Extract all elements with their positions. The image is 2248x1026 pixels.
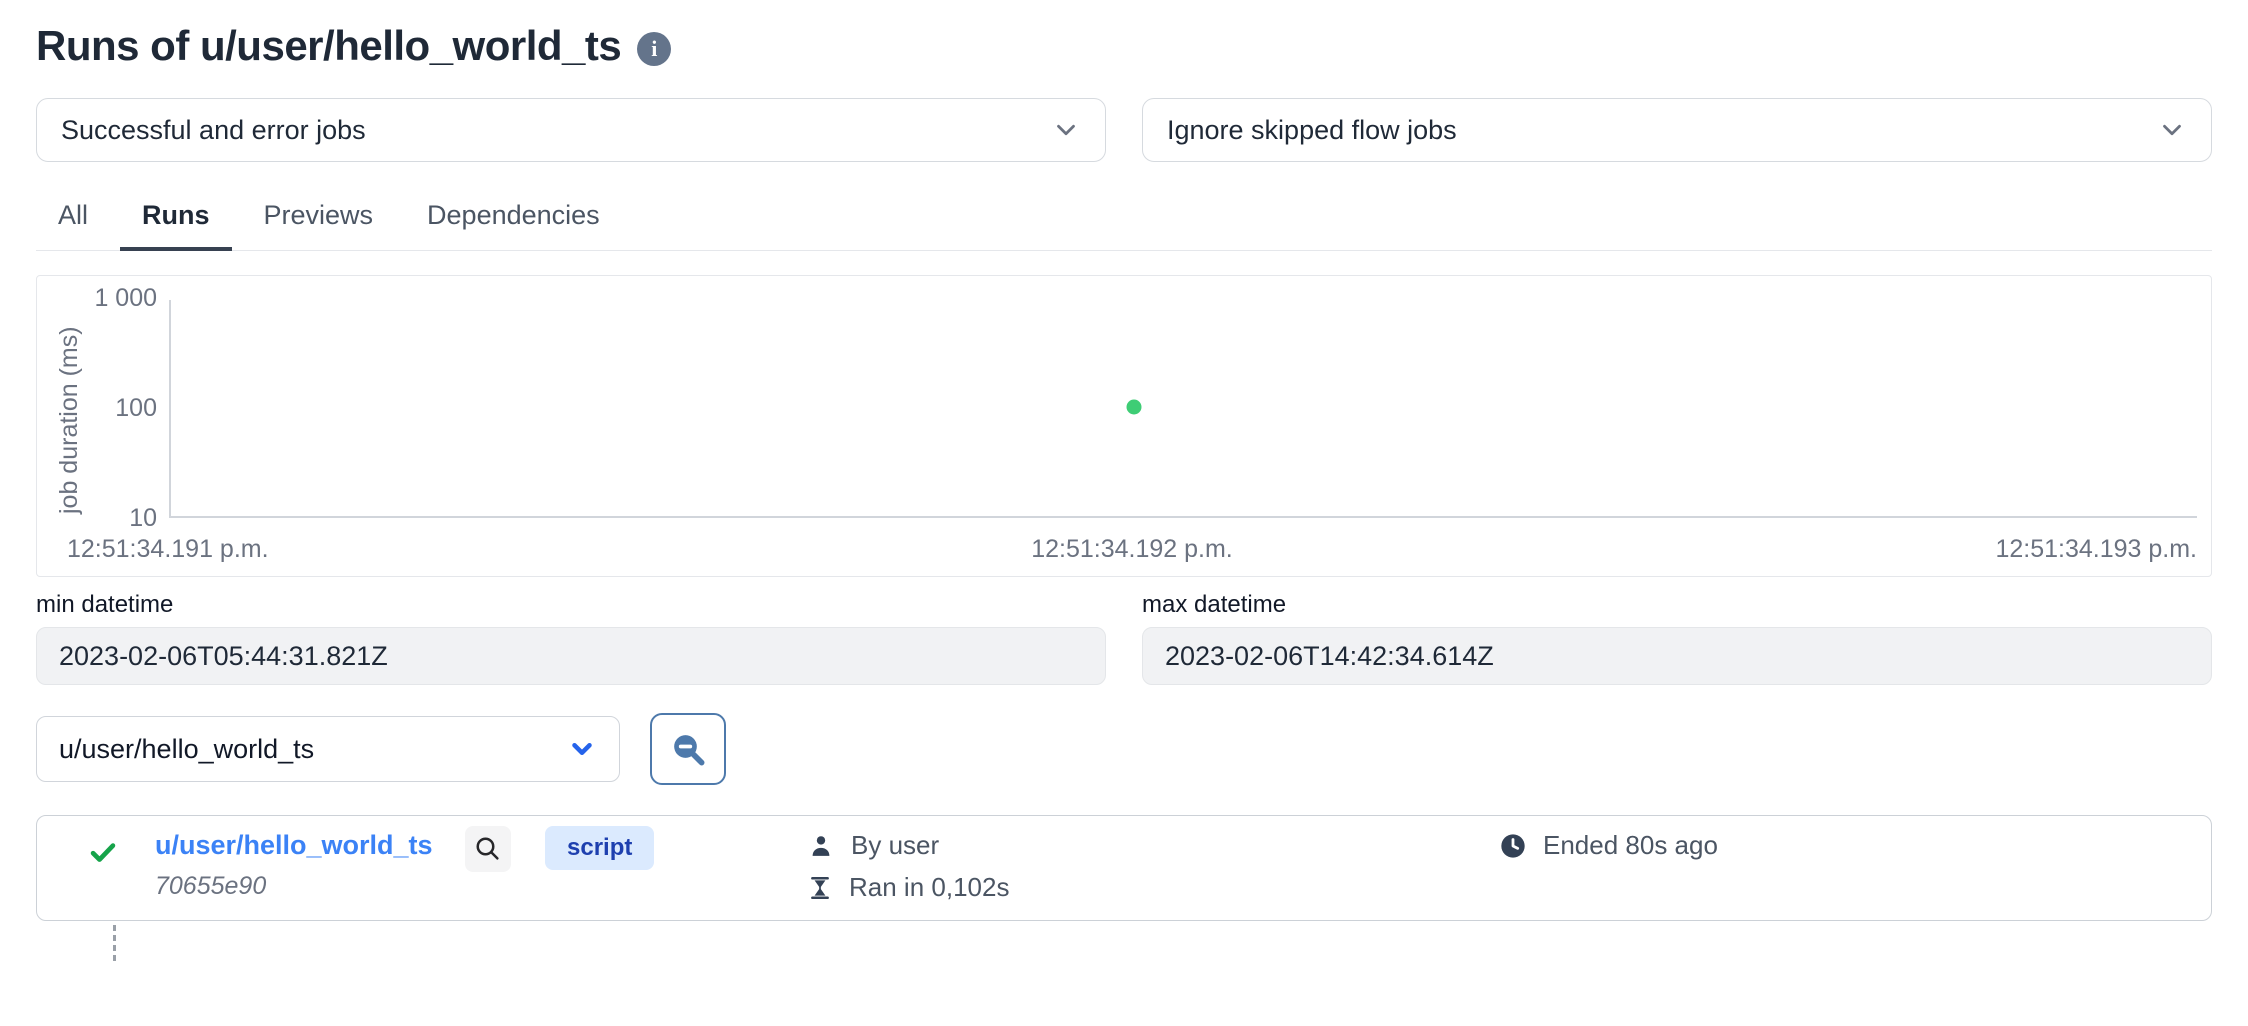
y-tick-1000: 1 000 bbox=[45, 284, 157, 313]
run-row[interactable]: u/user/hello_world_ts 70655e90 script By… bbox=[36, 815, 2212, 921]
plot-area bbox=[169, 300, 2197, 518]
scatter-point[interactable] bbox=[1127, 400, 1142, 415]
success-check-icon bbox=[89, 838, 117, 866]
run-author: By user bbox=[807, 830, 939, 861]
info-icon[interactable]: i bbox=[637, 32, 671, 66]
chevron-down-icon bbox=[1051, 115, 1081, 145]
x-tick-193: 12:51:34.193 p.m. bbox=[1995, 535, 2197, 564]
tab-previews[interactable]: Previews bbox=[242, 192, 396, 251]
job-kind-badge: script bbox=[545, 826, 654, 870]
search-icon bbox=[668, 729, 708, 769]
script-path-select[interactable]: u/user/hello_world_ts bbox=[36, 716, 620, 782]
run-path-link[interactable]: u/user/hello_world_ts bbox=[155, 830, 433, 861]
max-datetime-input[interactable] bbox=[1142, 627, 2212, 685]
chevron-down-icon bbox=[567, 734, 597, 764]
chevron-down-icon bbox=[2157, 115, 2187, 145]
clock-icon bbox=[1499, 832, 1527, 860]
run-duration-text: Ran in 0,102s bbox=[849, 872, 1009, 903]
tabs-bar: All Runs Previews Dependencies bbox=[36, 192, 2212, 251]
datetime-filters-row: min datetime max datetime bbox=[36, 591, 2212, 685]
run-duration: Ran in 0,102s bbox=[807, 872, 1009, 903]
duration-scatter-chart: job duration (ms) 1 000 100 10 12:51:34.… bbox=[36, 275, 2212, 577]
y-tick-100: 100 bbox=[45, 394, 157, 423]
skipped-flow-filter-value: Ignore skipped flow jobs bbox=[1167, 115, 1457, 146]
x-tick-192: 12:51:34.192 p.m. bbox=[1031, 535, 1233, 564]
page-header: Runs of u/user/hello_world_ts i bbox=[36, 22, 2212, 70]
search-runs-button[interactable] bbox=[650, 713, 726, 785]
max-datetime-label: max datetime bbox=[1142, 591, 2212, 619]
tab-runs[interactable]: Runs bbox=[120, 192, 232, 251]
tab-dependencies[interactable]: Dependencies bbox=[405, 192, 622, 251]
run-ended-text: Ended 80s ago bbox=[1543, 830, 1718, 861]
user-icon bbox=[807, 832, 835, 860]
timeline-connector bbox=[113, 925, 116, 961]
job-status-filter-select[interactable]: Successful and error jobs bbox=[36, 98, 1106, 162]
magnifier-icon bbox=[473, 834, 503, 864]
x-tick-191: 12:51:34.191 p.m. bbox=[67, 535, 269, 564]
run-job-id: 70655e90 bbox=[155, 872, 266, 901]
script-path-value: u/user/hello_world_ts bbox=[59, 734, 314, 765]
y-tick-10: 10 bbox=[45, 504, 157, 533]
runs-page: Runs of u/user/hello_world_ts i Successf… bbox=[0, 0, 2248, 961]
filters-row: Successful and error jobs Ignore skipped… bbox=[36, 98, 2212, 162]
min-datetime-label: min datetime bbox=[36, 591, 1106, 619]
tab-all[interactable]: All bbox=[36, 192, 110, 251]
x-axis-labels: 12:51:34.191 p.m. 12:51:34.192 p.m. 12:5… bbox=[67, 535, 2197, 564]
min-datetime-group: min datetime bbox=[36, 591, 1106, 685]
job-status-filter-value: Successful and error jobs bbox=[61, 115, 366, 146]
max-datetime-group: max datetime bbox=[1142, 591, 2212, 685]
path-picker-row: u/user/hello_world_ts bbox=[36, 713, 2212, 785]
skipped-flow-filter-select[interactable]: Ignore skipped flow jobs bbox=[1142, 98, 2212, 162]
min-datetime-input[interactable] bbox=[36, 627, 1106, 685]
page-title: Runs of u/user/hello_world_ts bbox=[36, 22, 621, 70]
inspect-run-button[interactable] bbox=[465, 826, 511, 872]
hourglass-icon bbox=[807, 875, 833, 901]
run-ended: Ended 80s ago bbox=[1499, 830, 1718, 861]
run-author-text: By user bbox=[851, 830, 939, 861]
